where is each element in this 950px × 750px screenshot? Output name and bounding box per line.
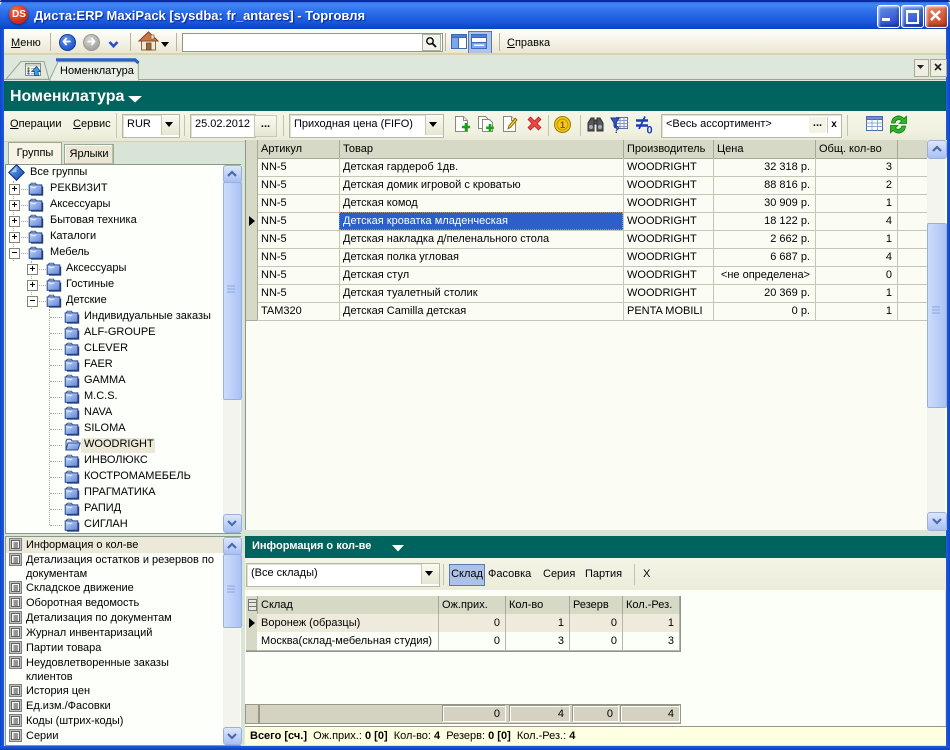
svg-text:1: 1 xyxy=(560,120,565,130)
svg-text:?: ? xyxy=(614,125,620,134)
svg-text:0: 0 xyxy=(647,125,653,135)
